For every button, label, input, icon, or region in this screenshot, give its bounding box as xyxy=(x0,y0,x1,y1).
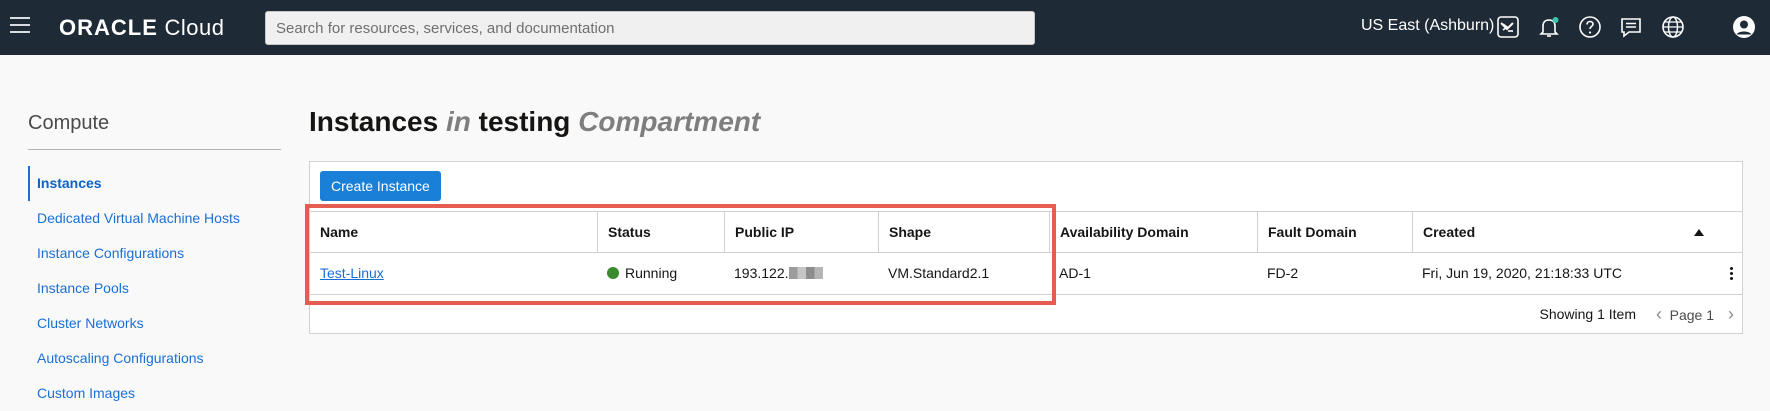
column-header-public-ip[interactable]: Public IP xyxy=(724,212,878,253)
sidebar-title: Compute xyxy=(28,112,281,150)
showing-count: Showing 1 Item xyxy=(1539,306,1637,322)
table-header: Name Status Public IP Shape Availability… xyxy=(310,211,1742,253)
column-header-availability-domain[interactable]: Availability Domain xyxy=(1049,212,1257,253)
pagination: Showing 1 Item ‹ Page 1 › xyxy=(310,295,1742,333)
row-actions-kebab-icon[interactable] xyxy=(1730,267,1734,282)
sidebar-item-cluster-networks[interactable]: Cluster Networks xyxy=(28,306,281,341)
column-header-created-label: Created xyxy=(1423,224,1476,240)
column-header-status[interactable]: Status xyxy=(597,212,724,253)
table-row: Test-Linux Running 193.122. VM.Standard2… xyxy=(310,253,1742,295)
column-header-created[interactable]: Created xyxy=(1412,212,1742,253)
cell-status: Running xyxy=(597,253,677,294)
column-header-fault-domain[interactable]: Fault Domain xyxy=(1257,212,1412,253)
search-input[interactable] xyxy=(265,11,1035,45)
sidebar-nav: Instances Dedicated Virtual Machine Host… xyxy=(28,166,281,411)
instances-panel: Create Instance Name Status Public IP Sh… xyxy=(309,161,1743,334)
cell-fault-domain: FD-2 xyxy=(1267,265,1299,281)
page-label: Page 1 xyxy=(1669,307,1714,323)
sort-ascending-icon[interactable] xyxy=(1694,229,1704,236)
sidebar-item-dedicated-vm-hosts[interactable]: Dedicated Virtual Machine Hosts xyxy=(28,201,281,236)
page-title: Instances in testing Compartment xyxy=(309,106,760,138)
page-title-in: in xyxy=(445,106,471,137)
public-ip-text: 193.122. xyxy=(734,265,789,281)
create-instance-button[interactable]: Create Instance xyxy=(320,171,441,201)
notification-bell-icon[interactable] xyxy=(1536,14,1562,40)
sidebar-item-custom-images[interactable]: Custom Images xyxy=(28,376,281,411)
cloud-shell-icon[interactable] xyxy=(1495,14,1521,40)
top-navigation-bar: ORACLE Cloud US East (Ashburn) xyxy=(0,0,1770,55)
status-text: Running xyxy=(625,265,678,281)
next-page-icon[interactable]: › xyxy=(1728,305,1734,323)
sidebar-item-autoscaling-configurations[interactable]: Autoscaling Configurations xyxy=(28,341,281,376)
feedback-chat-icon[interactable] xyxy=(1618,14,1644,40)
user-profile-icon[interactable] xyxy=(1731,14,1757,40)
menu-hamburger-icon[interactable] xyxy=(10,17,30,33)
redacted-ip-block xyxy=(788,267,823,279)
sidebar-item-instances[interactable]: Instances xyxy=(28,166,281,201)
cell-shape: VM.Standard2.1 xyxy=(888,265,990,281)
oracle-cloud-logo[interactable]: ORACLE Cloud xyxy=(59,15,225,41)
sidebar-item-instance-configurations[interactable]: Instance Configurations xyxy=(28,236,281,271)
region-label: US East (Ashburn) xyxy=(1361,17,1495,34)
column-header-shape[interactable]: Shape xyxy=(878,212,1049,253)
page-title-compartment: testing xyxy=(478,106,571,137)
page-title-suffix: Compartment xyxy=(578,106,761,137)
cell-created: Fri, Jun 19, 2020, 21:18:33 UTC xyxy=(1422,265,1622,281)
page-title-prefix: Instances xyxy=(309,106,439,137)
language-globe-icon[interactable] xyxy=(1660,14,1686,40)
cell-name: Test-Linux xyxy=(310,253,384,294)
cell-public-ip: 193.122. xyxy=(724,253,823,294)
logo-product: Cloud xyxy=(164,15,225,40)
column-header-name[interactable]: Name xyxy=(310,212,597,253)
logo-brand: ORACLE xyxy=(59,15,158,40)
status-running-icon xyxy=(607,267,619,279)
previous-page-icon[interactable]: ‹ xyxy=(1656,305,1662,323)
region-selector[interactable]: US East (Ashburn) xyxy=(1361,17,1515,35)
sidebar: Compute Instances Dedicated Virtual Mach… xyxy=(28,112,281,411)
sidebar-item-instance-pools[interactable]: Instance Pools xyxy=(28,271,281,306)
instance-link[interactable]: Test-Linux xyxy=(320,265,384,281)
cell-availability-domain: AD-1 xyxy=(1059,265,1091,281)
help-icon[interactable] xyxy=(1577,14,1603,40)
